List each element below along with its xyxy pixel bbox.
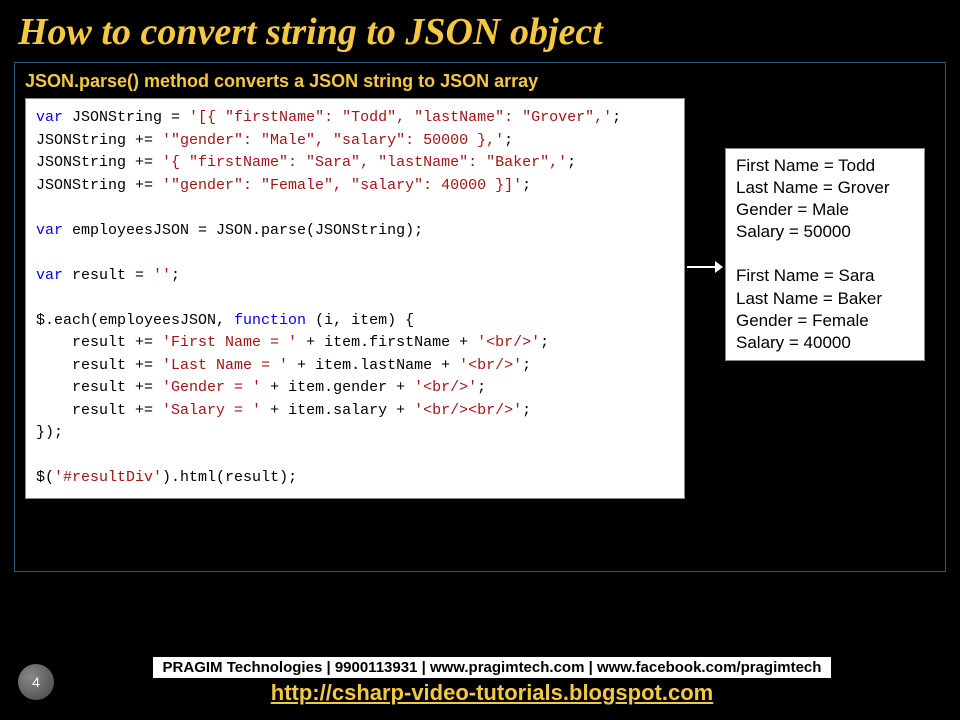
output-block: First Name = Todd Last Name = Grover Gen… [725, 148, 925, 361]
footer-info: PRAGIM Technologies | 9900113931 | www.p… [153, 657, 832, 678]
page-number-badge: 4 [18, 664, 54, 700]
main-content: JSON.parse() method converts a JSON stri… [14, 62, 946, 572]
footer: 4 PRAGIM Technologies | 9900113931 | www… [0, 657, 960, 706]
arrow-right-icon [687, 258, 723, 276]
code-block: var JSONString = '[{ "firstName": "Todd"… [25, 98, 685, 499]
subtitle: JSON.parse() method converts a JSON stri… [25, 71, 935, 98]
footer-link[interactable]: http://csharp-video-tutorials.blogspot.c… [84, 680, 900, 706]
slide-title: How to convert string to JSON object [0, 0, 960, 62]
arrow-column [685, 98, 725, 276]
